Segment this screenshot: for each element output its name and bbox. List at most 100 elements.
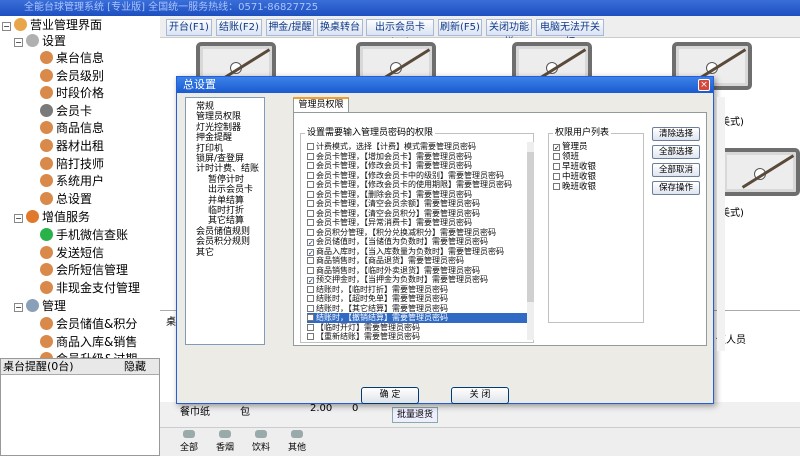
toolbar-button-3[interactable]: 换桌转台 xyxy=(317,19,363,36)
toolbar-button-0[interactable]: 开台(F1) xyxy=(166,19,212,36)
settings-nav-item-2[interactable]: 灯光控制器 xyxy=(196,123,241,133)
settings-nav-item-0[interactable]: 常规 xyxy=(196,102,214,112)
permission-item[interactable]: 商品销售时，【商品退货】需要管理员密码 xyxy=(307,256,527,266)
permission-checkbox[interactable] xyxy=(307,219,314,226)
sidebar-item-3[interactable]: 会员卡 xyxy=(40,102,92,120)
sidebar-item-2[interactable]: 时段价格 xyxy=(40,84,104,102)
billiard-table[interactable] xyxy=(720,148,800,196)
hide-label[interactable]: 隐藏 xyxy=(111,359,159,374)
permission-item[interactable]: 会员卡管理，【修改会员卡中的级别】需要管理员密码 xyxy=(307,171,527,181)
user-item[interactable]: 中班收银 xyxy=(549,172,643,182)
dialog-close-icon[interactable]: × xyxy=(698,79,710,91)
expand-toggle-icon[interactable]: − xyxy=(14,38,23,47)
dialog-scrollbar[interactable] xyxy=(717,97,725,351)
deselect-all-button[interactable]: 全部取消 xyxy=(652,163,700,177)
permission-item[interactable]: 结账时，【其它结算】需要管理员密码 xyxy=(307,304,527,314)
permission-item[interactable]: 会员卡管理，【删除会员卡】需要管理员密码 xyxy=(307,190,527,200)
user-checkbox[interactable]: ✓ xyxy=(553,144,560,152)
permission-scrollbar[interactable] xyxy=(527,142,534,340)
user-checkbox[interactable] xyxy=(553,153,560,160)
category-0[interactable]: 全部 xyxy=(174,430,204,453)
permission-checkbox[interactable]: ✓ xyxy=(307,277,314,285)
toolbar-button-6[interactable]: 关闭功能栏 xyxy=(486,19,532,48)
sidebar-item-0[interactable]: 桌台信息 xyxy=(40,49,104,67)
permission-checkbox[interactable]: ✓ xyxy=(307,239,314,247)
user-item[interactable]: ✓ 管理员 xyxy=(549,142,643,152)
permission-checkbox[interactable] xyxy=(307,333,314,340)
user-checkbox[interactable] xyxy=(553,173,560,180)
manage-item-1[interactable]: 商品入库&销售 xyxy=(40,333,137,351)
permission-item[interactable]: ✓ 会员储值时，【当储值为负数时】需要管理员密码 xyxy=(307,237,527,247)
user-checkbox[interactable] xyxy=(553,163,560,170)
tab-admin-permissions[interactable]: 管理员权限 xyxy=(293,97,349,113)
settings-nav-item-10[interactable]: 临时打折 xyxy=(208,206,244,216)
permission-checkbox[interactable] xyxy=(307,162,314,169)
settings-nav-item-4[interactable]: 打印机 xyxy=(196,144,223,154)
value-item-1[interactable]: 发送短信 xyxy=(40,244,104,262)
permission-checkbox[interactable] xyxy=(307,228,314,236)
value-item-3[interactable]: 非现金支付管理 xyxy=(40,279,140,297)
expand-toggle-icon[interactable]: − xyxy=(14,214,23,223)
settings-nav-item-8[interactable]: 出示会员卡 xyxy=(208,185,253,195)
permission-checkbox[interactable] xyxy=(307,152,314,160)
user-item[interactable]: 领班 xyxy=(549,152,643,162)
permission-checkbox[interactable] xyxy=(307,200,314,207)
permission-checkbox[interactable] xyxy=(307,266,314,274)
permission-item[interactable]: ✓ 预交押金时，【当押金为负数时】需要管理员密码 xyxy=(307,275,527,285)
sidebar-item-1[interactable]: 会员级别 xyxy=(40,67,104,85)
tree-value-added[interactable]: − 增值服务 xyxy=(14,208,90,226)
permission-checkbox[interactable] xyxy=(307,209,314,217)
tree-settings[interactable]: − 设置 xyxy=(14,32,66,50)
permission-item[interactable]: 会员卡管理，【清空会员余额】需要管理员密码 xyxy=(307,199,527,209)
sidebar-item-7[interactable]: 系统用户 xyxy=(40,172,104,190)
settings-nav-item-11[interactable]: 其它结算 xyxy=(208,216,244,226)
permission-checkbox[interactable] xyxy=(307,171,314,179)
permission-checkbox[interactable] xyxy=(307,143,314,150)
settings-nav-item-3[interactable]: 押金提醒 xyxy=(196,133,232,143)
permission-checkbox[interactable] xyxy=(307,304,314,312)
permission-checkbox[interactable] xyxy=(307,314,314,321)
expand-toggle-icon[interactable]: − xyxy=(14,303,23,312)
settings-nav-item-9[interactable]: 并单结算 xyxy=(208,196,244,206)
tree-manage[interactable]: − 管理 xyxy=(14,297,66,315)
clear-selection-button[interactable]: 清除选择 xyxy=(652,127,700,141)
sidebar-item-8[interactable]: 总设置 xyxy=(40,190,92,208)
permission-checkbox[interactable] xyxy=(307,323,314,331)
settings-nav-item-12[interactable]: 会员储值规则 xyxy=(196,227,250,237)
value-item-2[interactable]: 会所短信管理 xyxy=(40,261,128,279)
permission-item[interactable]: 计费模式，选择【计费】模式需要管理员密码 xyxy=(307,142,527,152)
user-item[interactable]: 晚班收银 xyxy=(549,182,643,192)
sidebar-item-6[interactable]: 陪打技师 xyxy=(40,155,104,173)
permission-item[interactable]: 【临时开灯】需要管理员密码 xyxy=(307,323,527,333)
permission-item[interactable]: 结账时，【临时打折】需要管理员密码 xyxy=(307,285,527,295)
save-button[interactable]: 保存操作 xyxy=(652,181,700,195)
toolbar-button-2[interactable]: 押金/提醒 xyxy=(266,19,314,36)
ok-button[interactable]: 确 定 xyxy=(361,387,419,404)
category-3[interactable]: 其他 xyxy=(282,430,312,453)
manage-item-0[interactable]: 会员储值&积分 xyxy=(40,315,137,333)
permission-item[interactable]: 结账时，【超时免单】需要管理员密码 xyxy=(307,294,527,304)
permission-item[interactable]: 会员卡管理，【清空会员积分】需要管理员密码 xyxy=(307,209,527,219)
permission-item[interactable]: 会员卡管理，【增加会员卡】需要管理员密码 xyxy=(307,152,527,162)
toolbar-button-1[interactable]: 结账(F2) xyxy=(216,19,262,36)
expand-toggle-icon[interactable]: − xyxy=(2,22,11,31)
permission-item[interactable]: 会员卡管理，【修改会员卡的使用期限】需要管理员密码 xyxy=(307,180,527,190)
settings-nav-item-13[interactable]: 会员积分规则 xyxy=(196,237,250,247)
batch-return-button[interactable]: 批量退货 xyxy=(392,407,438,423)
permission-item[interactable]: 会员卡管理，【修改会员卡】需要管理员密码 xyxy=(307,161,527,171)
sidebar-item-5[interactable]: 器材出租 xyxy=(40,137,104,155)
sidebar-item-4[interactable]: 商品信息 xyxy=(40,119,104,137)
permission-item[interactable]: 会员卡管理，【异常消费卡】需要管理员密码 xyxy=(307,218,527,228)
category-2[interactable]: 饮料 xyxy=(246,430,276,453)
permission-item[interactable]: ✓ 商品入库时，【当入库数量为负数时】需要管理员密码 xyxy=(307,247,527,256)
permission-checkbox[interactable] xyxy=(307,257,314,264)
permission-checkbox[interactable] xyxy=(307,190,314,198)
permission-checkbox[interactable]: ✓ xyxy=(307,248,314,256)
permission-checkbox[interactable] xyxy=(307,285,314,293)
toolbar-button-5[interactable]: 刷新(F5) xyxy=(438,19,482,36)
permission-item[interactable]: 结账时，【撤销结算】需要管理员密码 xyxy=(307,313,527,323)
user-item[interactable]: 早班收银 xyxy=(549,162,643,172)
settings-nav-item-7[interactable]: 暂停计时 xyxy=(208,175,244,185)
toolbar-button-4[interactable]: 出示会员卡(F4) xyxy=(366,19,434,48)
select-all-button[interactable]: 全部选择 xyxy=(652,145,700,159)
